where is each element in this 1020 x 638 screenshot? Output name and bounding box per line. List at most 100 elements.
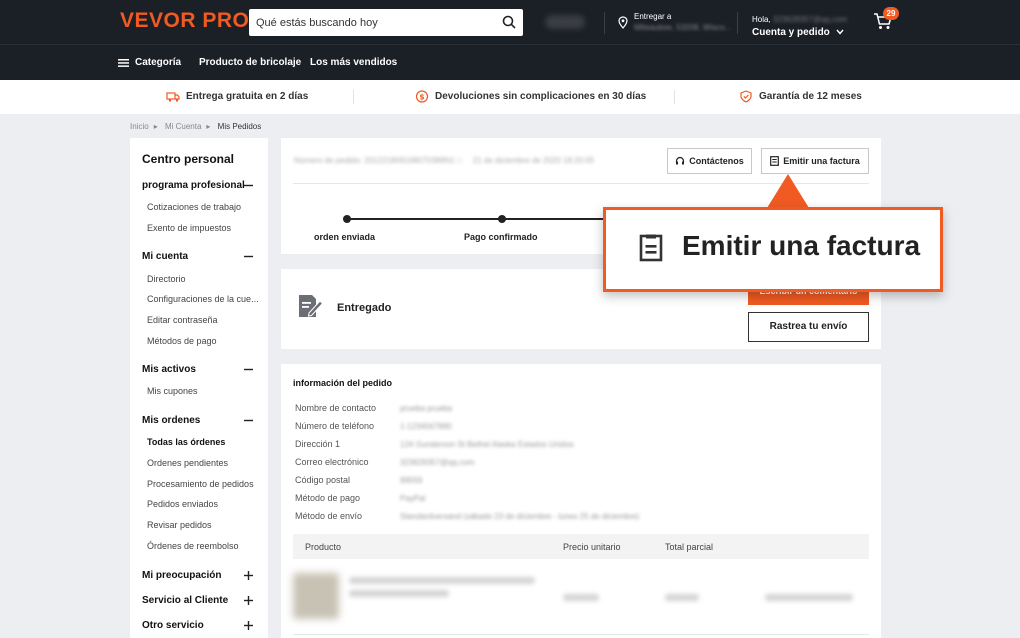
invoice-icon — [639, 234, 663, 262]
search-icon[interactable] — [502, 15, 516, 29]
sidebar-title: Centro personal — [142, 152, 235, 166]
shield-check-icon — [740, 90, 752, 103]
sidebar-item-refunds[interactable]: Órdenes de reembolso — [147, 541, 239, 551]
info-value-email: 323628357@qq.com — [400, 458, 475, 467]
blurred-subtotal — [665, 594, 699, 601]
menu-icon — [118, 59, 129, 67]
step-payment-confirmed: Pago confirmado — [464, 232, 538, 242]
blurred-row-action — [765, 594, 853, 601]
invoice-label: Emitir una factura — [783, 156, 860, 166]
svg-text:$: $ — [419, 92, 424, 101]
sidebar-group-customer-service[interactable]: Servicio al Cliente — [142, 595, 228, 606]
contact-button[interactable]: Contáctenos — [667, 148, 752, 174]
header-separator — [604, 12, 605, 34]
sidebar-item-processing[interactable]: Procesamiento de pedidos — [147, 479, 254, 489]
divider — [293, 634, 869, 635]
info-value-shipping-method: Standardversand (sábado 23 de diciembre … — [400, 512, 640, 521]
sidebar-group-other[interactable]: Otro servicio — [142, 620, 204, 631]
sidebar-item-pending[interactable]: Ordenes pendientes — [147, 458, 228, 468]
sidebar-item-password[interactable]: Editar contraseña — [147, 315, 218, 325]
breadcrumb: Inicio ▸ Mi Cuenta ▸ Mis Pedidos — [130, 122, 266, 131]
cart-count-badge: 29 — [883, 7, 899, 20]
search-input[interactable] — [249, 9, 479, 36]
account-menu[interactable]: Hola, 323628357@qq.com Cuenta y pedido — [752, 11, 847, 38]
plus-icon[interactable] — [244, 621, 253, 630]
header-separator — [737, 12, 738, 34]
nav-diy-products[interactable]: Producto de bricolaje — [199, 57, 301, 68]
headset-icon — [676, 156, 685, 165]
info-value-zip: 99559 — [400, 476, 423, 485]
column-unit-price: Precio unitario — [563, 542, 621, 552]
plus-icon[interactable] — [244, 571, 253, 580]
benefit-free-delivery: Entrega gratuita en 2 días — [166, 91, 309, 102]
sidebar-item-quotes[interactable]: Cotizaciones de trabajo — [147, 202, 241, 212]
truck-icon — [166, 92, 180, 102]
callout-pointer — [767, 174, 809, 208]
sidebar-item-tax-exempt[interactable]: Exento de impuestos — [147, 223, 231, 233]
info-label-zip: Código postal — [295, 475, 351, 485]
breadcrumb-account[interactable]: Mi Cuenta — [165, 122, 201, 131]
order-info-title: información del pedido — [293, 378, 393, 388]
info-value-payment-method: PayPal — [400, 494, 426, 503]
deliver-label: Entregar a — [634, 12, 672, 21]
minus-icon[interactable] — [244, 181, 253, 190]
greeting: Hola, — [752, 15, 773, 24]
issue-invoice-button[interactable]: Emitir una factura — [761, 148, 869, 174]
product-image[interactable] — [293, 573, 339, 619]
invoice-icon — [770, 156, 780, 166]
search-box — [249, 9, 523, 36]
order-status: Entregado — [337, 302, 392, 314]
edit-document-icon — [299, 295, 324, 317]
info-label-phone: Número de teléfono — [295, 421, 375, 431]
benefits-bar: Entrega gratuita en 2 días $ Devolucione… — [0, 80, 1020, 114]
blurred-unit-price — [563, 594, 599, 601]
account-email: 323628357@qq.com — [772, 15, 848, 24]
info-value-phone: 1-1234567890 — [400, 422, 452, 431]
column-product: Producto — [305, 542, 342, 552]
sidebar-group-pro[interactable]: programa profesional — [142, 180, 245, 191]
sidebar-item-settings[interactable]: Configuraciones de la cue... — [147, 294, 259, 304]
location-pin-icon — [618, 16, 628, 29]
benefit-label: Garantía de 12 meses — [759, 91, 862, 102]
progress-step-dot — [498, 215, 506, 223]
sidebar-item-directory[interactable]: Directorio — [147, 274, 186, 284]
top-header: VEVOR PRO Entregar a Milwaukee, 53208, W… — [0, 0, 1020, 44]
benefit-separator — [353, 90, 354, 104]
sidebar-item-all-orders[interactable]: Todas las órdenes — [147, 437, 225, 447]
callout-text: Emitir una factura — [682, 230, 921, 261]
sidebar-group-assets[interactable]: Mis activos — [142, 364, 196, 375]
order-number: Número de pedido: 201221809168070389N1 □… — [294, 156, 595, 165]
progress-step-dot — [343, 215, 351, 223]
sidebar-item-payment[interactable]: Métodos de pago — [147, 336, 217, 346]
chevron-down-icon — [836, 29, 844, 35]
sidebar-group-account[interactable]: Mi cuenta — [142, 251, 188, 262]
info-value-address: 124 Gunderson St Bethel Alaska Estados U… — [400, 440, 574, 449]
sidebar-item-shipped[interactable]: Pedidos enviados — [147, 499, 218, 509]
info-label-email: Correo electrónico — [295, 457, 369, 467]
blurred-region — [545, 15, 585, 29]
nav-bestsellers[interactable]: Los más vendidos — [310, 57, 397, 68]
blurred-product-name — [349, 577, 535, 584]
account-orders-link: Cuenta y pedido — [752, 27, 830, 38]
plus-icon[interactable] — [244, 596, 253, 605]
vevor-pro-logo[interactable]: VEVOR PRO — [120, 9, 249, 33]
sidebar-item-review[interactable]: Revisar pedidos — [147, 520, 212, 530]
deliver-address: Milwaukee, 53208, Wisco... — [634, 23, 732, 32]
benefit-returns: $ Devoluciones sin complicaciones en 30 … — [415, 90, 646, 103]
minus-icon[interactable] — [244, 365, 253, 374]
track-shipment-button[interactable]: Rastrea tu envío — [748, 312, 869, 342]
breadcrumb-home[interactable]: Inicio — [130, 122, 149, 131]
minus-icon[interactable] — [244, 252, 253, 261]
sidebar-group-concerns[interactable]: Mi preocupación — [142, 570, 221, 581]
nav-category[interactable]: Categoría — [135, 57, 181, 68]
info-value-contact: prueba prueba — [400, 404, 453, 413]
benefit-label: Entrega gratuita en 2 días — [186, 91, 309, 102]
minus-icon[interactable] — [244, 416, 253, 425]
blurred-product-name — [349, 590, 449, 597]
info-label-shipping-method: Método de envío — [295, 511, 363, 521]
breadcrumb-separator: ▸ — [153, 122, 158, 131]
sidebar-item-coupons[interactable]: Mis cupones — [147, 386, 198, 396]
sidebar-group-orders[interactable]: Mis ordenes — [142, 415, 200, 426]
dollar-return-icon: $ — [415, 90, 429, 103]
order-info-card: información del pedido Nombre de contact… — [281, 364, 881, 638]
